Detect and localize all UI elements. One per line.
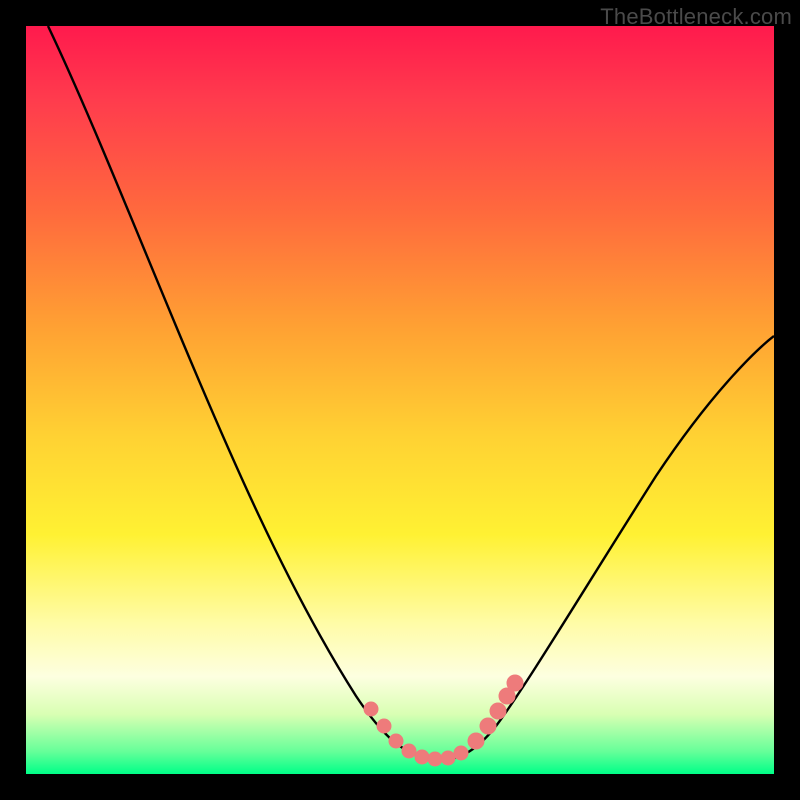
watermark-text: TheBottleneck.com (600, 4, 792, 30)
chart-frame: TheBottleneck.com (0, 0, 800, 800)
plot-area (26, 26, 774, 774)
bottleneck-curve-svg (26, 26, 774, 774)
bottleneck-curve (48, 26, 774, 759)
